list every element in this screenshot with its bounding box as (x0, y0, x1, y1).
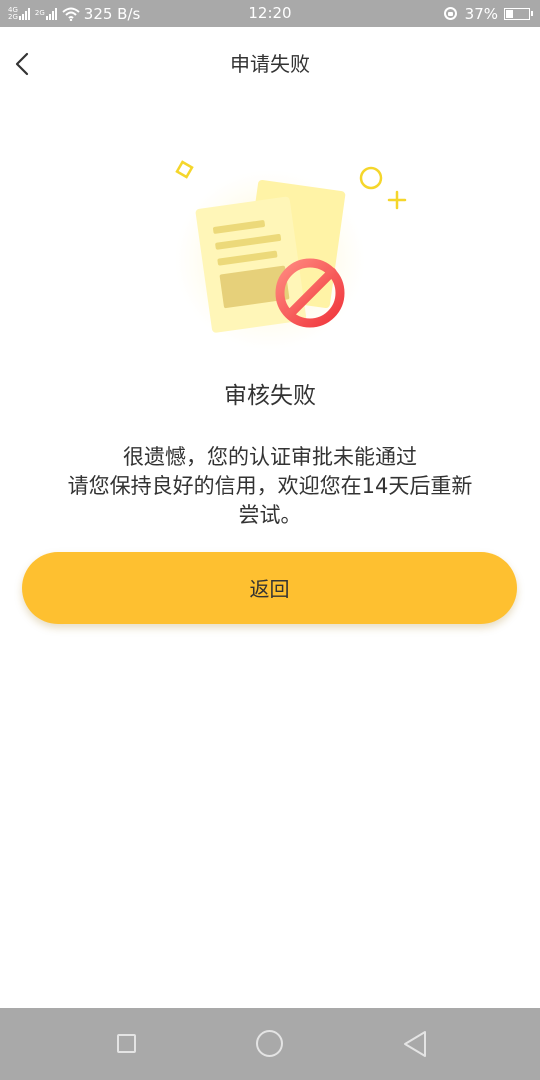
square-icon (117, 1034, 136, 1053)
nav-back-button[interactable] (375, 1008, 455, 1080)
chevron-left-icon[interactable] (8, 47, 38, 81)
message-line-2: 请您保持良好的信用，欢迎您在14天后重新 (67, 474, 473, 498)
page-title: 申请失败 (230, 52, 310, 76)
status-right-group: 37% (443, 0, 533, 27)
navigation-bar (0, 1008, 540, 1080)
recent-apps-button[interactable] (87, 1008, 167, 1080)
circle-decoration-icon (359, 166, 383, 190)
battery-percent: 37% (464, 4, 498, 23)
status-bar: 4G 2G 2G 325 B/s 12:20 37% (0, 0, 540, 27)
plus-decoration-icon (387, 190, 407, 210)
document-rejected-illustration (160, 150, 420, 350)
result-message: 很遗憾，您的认证审批未能通过 请您保持良好的信用，欢迎您在14天后重新 尝试。 (30, 443, 510, 530)
rotation-lock-icon (443, 7, 457, 20)
home-button[interactable] (230, 1008, 310, 1080)
triangle-back-icon (404, 1031, 426, 1057)
circle-icon (256, 1030, 283, 1057)
header: 申请失败 (0, 27, 540, 101)
return-button[interactable]: 返回 (22, 552, 517, 624)
result-title: 审核失败 (224, 383, 316, 409)
diamond-decoration-icon (175, 160, 194, 179)
battery-level-fill (506, 9, 513, 18)
message-line-1: 很遗憾，您的认证审批未能通过 (123, 445, 417, 469)
battery-icon (504, 7, 533, 20)
message-line-3: 尝试。 (238, 503, 302, 527)
